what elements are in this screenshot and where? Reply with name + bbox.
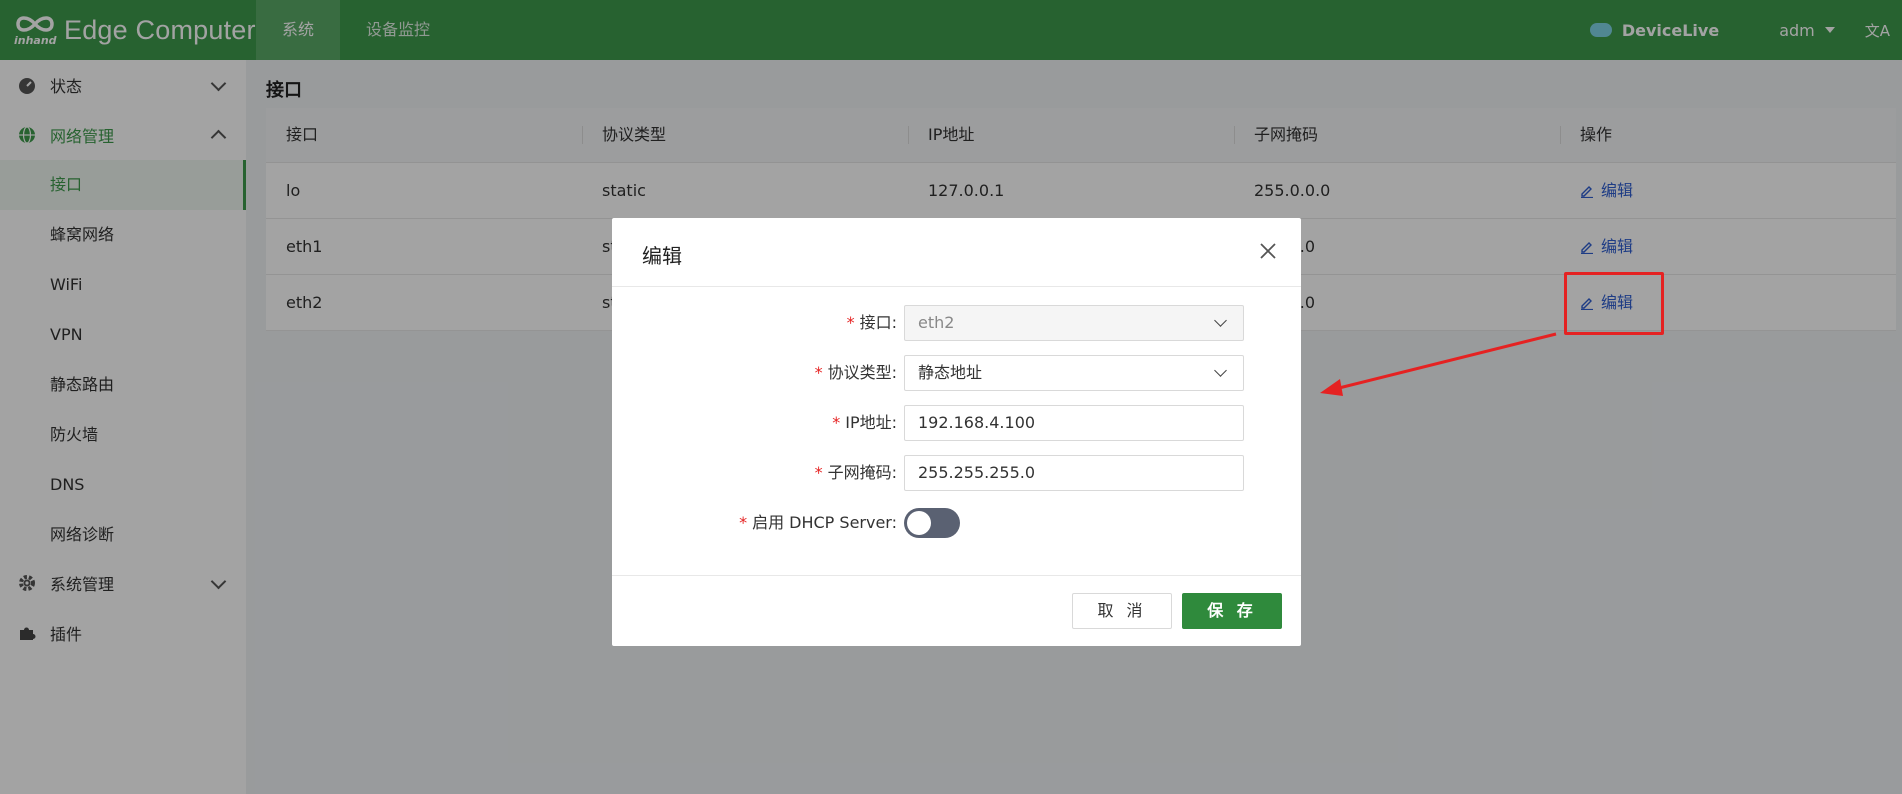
close-icon[interactable] xyxy=(1257,240,1279,262)
edit-dialog: 编辑 * 接口: eth2 * 协议类型: 静态地址 * IP地址: 192.168.… xyxy=(612,218,1301,646)
chevron-down-icon xyxy=(1214,314,1227,327)
protocol-select[interactable]: 静态地址 xyxy=(904,355,1244,391)
required-mark: * xyxy=(846,313,855,332)
form-row-mask: * 子网掩码: 255.255.255.0 xyxy=(612,455,1301,491)
chevron-down-icon xyxy=(1214,364,1227,377)
label-colon: : xyxy=(891,313,897,332)
required-mark: * xyxy=(814,363,823,382)
dialog-header: 编辑 xyxy=(612,218,1301,287)
subnet-mask-input[interactable]: 255.255.255.0 xyxy=(904,455,1244,491)
field-label-interface: * 接口: xyxy=(847,305,897,341)
label-colon: : xyxy=(891,363,897,382)
label-colon: : xyxy=(891,463,897,482)
required-mark: * xyxy=(739,513,748,532)
label-text: 启用 DHCP Server xyxy=(752,513,892,532)
form-row-dhcp: * 启用 DHCP Server: xyxy=(612,505,1301,541)
cancel-button[interactable]: 取 消 xyxy=(1072,593,1172,629)
label-colon: : xyxy=(891,413,897,432)
dialog-footer: 取 消 保 存 xyxy=(612,575,1301,647)
form-row-interface: * 接口: eth2 xyxy=(612,305,1301,341)
field-label-protocol: * 协议类型: xyxy=(815,355,897,391)
label-text: 接口 xyxy=(859,313,892,332)
field-label-ip: * IP地址: xyxy=(832,405,897,441)
label-text: 子网掩码 xyxy=(827,463,892,482)
toggle-knob xyxy=(907,511,931,535)
form-row-protocol: * 协议类型: 静态地址 xyxy=(612,355,1301,391)
field-label-mask: * 子网掩码: xyxy=(815,455,897,491)
required-mark: * xyxy=(814,463,823,482)
ip-address-input[interactable]: 192.168.4.100 xyxy=(904,405,1244,441)
label-text: 协议类型 xyxy=(827,363,892,382)
required-mark: * xyxy=(832,413,841,432)
dialog-title: 编辑 xyxy=(642,244,682,268)
label-colon: : xyxy=(891,513,897,532)
protocol-value: 静态地址 xyxy=(918,363,983,382)
annotation-highlight-box xyxy=(1564,272,1664,335)
field-label-dhcp: * 启用 DHCP Server: xyxy=(739,505,897,541)
interface-value: eth2 xyxy=(918,313,955,332)
form-row-ip: * IP地址: 192.168.4.100 xyxy=(612,405,1301,441)
label-text: IP地址 xyxy=(845,413,892,432)
dhcp-server-toggle[interactable] xyxy=(904,508,960,538)
interface-select[interactable]: eth2 xyxy=(904,305,1244,341)
save-button[interactable]: 保 存 xyxy=(1182,593,1282,629)
